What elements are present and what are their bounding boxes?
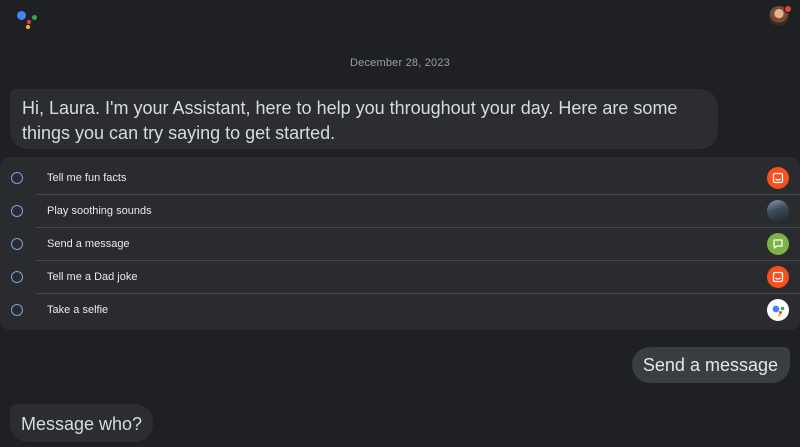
radio-icon[interactable] [11, 303, 23, 316]
suggestion-label: Take a selfie [47, 303, 109, 316]
suggestion-item[interactable]: Send a message [0, 227, 800, 260]
sticky-note-icon [767, 166, 789, 189]
radio-icon[interactable] [11, 171, 23, 184]
assistant-logo-icon [767, 298, 789, 321]
suggestion-label: Send a message [47, 237, 130, 250]
suggestion-item[interactable]: Tell me fun facts [0, 161, 800, 194]
assistant-followup-bubble: Message who? [10, 404, 154, 442]
sticky-note-icon [767, 265, 789, 288]
radio-icon[interactable] [11, 270, 23, 283]
suggestion-list: Tell me fun facts Play soothing sounds S… [0, 157, 800, 330]
suggestion-item[interactable]: Play soothing sounds [0, 194, 800, 227]
suggestion-item[interactable]: Tell me a Dad joke [0, 260, 800, 293]
suggestion-item[interactable]: Take a selfie [0, 293, 800, 326]
assistant-logo-icon [14, 8, 40, 30]
suggestion-label: Tell me a Dad joke [47, 270, 138, 283]
message-icon [767, 232, 789, 255]
assistant-greeting-bubble: Hi, Laura. I'm your Assistant, here to h… [10, 89, 718, 149]
landscape-thumbnail-icon [767, 199, 789, 222]
user-message-bubble: Send a message [631, 347, 790, 383]
radio-icon[interactable] [11, 237, 23, 250]
notification-dot-icon [784, 5, 792, 13]
conversation-date: December 28, 2023 [349, 57, 450, 69]
radio-icon[interactable] [11, 204, 23, 217]
suggestion-label: Play soothing sounds [47, 204, 152, 217]
assistant-screen: December 28, 2023 Hi, Laura. I'm your As… [0, 0, 800, 447]
suggestion-label: Tell me fun facts [47, 171, 127, 184]
